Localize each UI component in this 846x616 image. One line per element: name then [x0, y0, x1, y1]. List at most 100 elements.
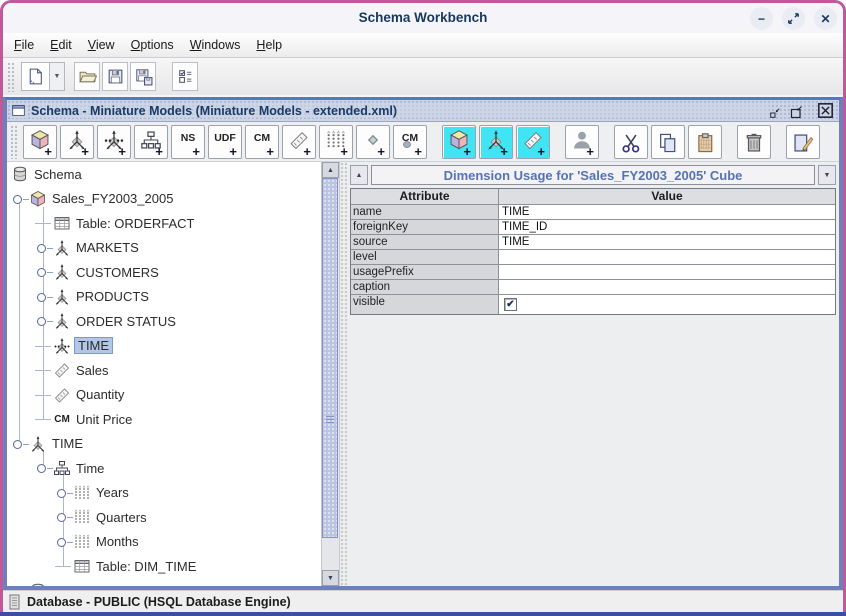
value-cell[interactable] [499, 280, 835, 294]
tree-node-months[interactable]: Months [7, 530, 321, 555]
add-virtual-dimension-button[interactable]: + [479, 125, 513, 159]
database-icon [11, 165, 29, 183]
new-schema-button[interactable]: ▼ [21, 62, 65, 91]
plus-badge: + [500, 145, 508, 158]
tree-node-sales-measure[interactable]: Sales [7, 358, 321, 383]
toolbar-drag-handle[interactable] [7, 62, 14, 92]
expand-toggle[interactable] [33, 285, 53, 310]
window-title: Schema Workbench [3, 10, 843, 25]
add-virtual-measure-button[interactable]: + [516, 125, 550, 159]
expand-toggle[interactable] [53, 530, 73, 555]
tree-node-quantity[interactable]: Quantity [7, 383, 321, 408]
schema-toolbar-drag-handle[interactable] [10, 125, 17, 159]
tree-node-unit-price[interactable]: CMUnit Price [7, 407, 321, 432]
add-udf-button[interactable]: UDF+ [208, 125, 242, 159]
panel-splitter[interactable] [339, 162, 348, 586]
expand-toggle[interactable] [9, 432, 29, 457]
document-maximize-button[interactable] [789, 105, 803, 119]
expand-toggle[interactable] [53, 481, 73, 506]
add-cube-button[interactable]: + [23, 125, 57, 159]
tree-node-table-orderfact[interactable]: Table: ORDERFACT [7, 211, 321, 236]
tree-node-order-status[interactable]: ORDER STATUS [7, 309, 321, 334]
document-title-bar[interactable]: Schema - Miniature Models (Miniature Mod… [7, 100, 839, 122]
property-row-visible: visible ✔ [351, 294, 835, 314]
minimize-button[interactable]: − [750, 7, 773, 30]
expand-toggle[interactable] [33, 236, 53, 261]
tree-node-label: TIME [52, 436, 83, 451]
tree-node-sales-fy2003-2005[interactable]: Sales_FY2003_2005 [7, 187, 321, 212]
value-cell[interactable]: TIME [499, 205, 835, 219]
value-cell[interactable]: TIME_ID [499, 220, 835, 234]
tree-node-quarters[interactable]: Quarters [7, 505, 321, 530]
tree-node-table-dim-time[interactable]: Table: DIM_TIME [7, 554, 321, 579]
dropdown-arrow-button[interactable]: ▼ [818, 165, 836, 185]
add-virtual-cube-button[interactable]: + [442, 125, 476, 159]
expand-toggle[interactable] [9, 187, 29, 212]
add-role-button[interactable]: + [565, 125, 599, 159]
tree-node-markets[interactable]: MARKETS [7, 236, 321, 261]
plus-badge: + [266, 145, 274, 158]
schema-tree-panel[interactable]: Schema Sales_FY2003_2005 Table: ORDERFAC… [7, 162, 339, 586]
open-file-button[interactable] [74, 62, 100, 91]
add-property-button[interactable]: + [356, 125, 390, 159]
maximize-button[interactable] [782, 7, 805, 30]
add-measure-button[interactable]: + [282, 125, 316, 159]
scroll-up-button[interactable]: ▲ [322, 162, 339, 178]
tree-node-time-usage[interactable]: TIME [7, 334, 321, 359]
add-level-button[interactable]: + [319, 125, 353, 159]
paste-button[interactable] [688, 125, 722, 159]
menu-view[interactable]: View [82, 35, 121, 55]
add-dimension-button[interactable]: + [60, 125, 94, 159]
collapse-arrow-button[interactable]: ▲ [350, 165, 368, 185]
plus-badge: + [340, 145, 348, 158]
tree-scrollbar[interactable]: ▲ ▼ [321, 162, 339, 586]
tree-node-schema[interactable]: Schema [7, 162, 321, 187]
menu-windows[interactable]: Windows [184, 35, 247, 55]
udf-label: UDF [214, 132, 236, 144]
copy-button[interactable] [651, 125, 685, 159]
scroll-thumb[interactable] [322, 178, 338, 538]
copy-icon [657, 132, 679, 154]
menu-options[interactable]: Options [125, 35, 180, 55]
visible-checkbox[interactable]: ✔ [504, 298, 517, 311]
plus-badge: + [414, 145, 422, 158]
expand-toggle[interactable] [9, 579, 29, 587]
value-cell[interactable] [499, 250, 835, 264]
document-close-button[interactable] [817, 102, 834, 119]
expand-toggle[interactable] [53, 505, 73, 530]
expand-toggle[interactable] [33, 309, 53, 334]
expand-toggle[interactable] [33, 260, 53, 285]
minimize-icon: − [758, 12, 765, 26]
add-calculated-member-button[interactable]: CM+ [245, 125, 279, 159]
close-button[interactable]: ✕ [814, 7, 837, 30]
cut-button[interactable] [614, 125, 648, 159]
dimension-icon [53, 263, 71, 281]
add-calculated-member-property-button[interactable]: CM+ [393, 125, 427, 159]
add-named-set-button[interactable]: NS+ [171, 125, 205, 159]
dimension-icon [29, 435, 47, 453]
document-minimize-button[interactable] [769, 107, 781, 119]
menu-edit[interactable]: Edit [44, 35, 78, 55]
tree-node-label: Years [96, 485, 129, 500]
tree-node-time-hierarchy[interactable]: Time [7, 456, 321, 481]
value-cell[interactable]: TIME [499, 235, 835, 249]
save-button[interactable] [102, 62, 128, 91]
add-dimension-usage-button[interactable]: + [97, 125, 131, 159]
tree-node-products[interactable]: PRODUCTS [7, 285, 321, 310]
preferences-button[interactable] [172, 62, 198, 91]
expand-toggle[interactable] [33, 456, 53, 481]
new-schema-dropdown[interactable]: ▼ [49, 63, 64, 90]
scroll-down-button[interactable]: ▼ [322, 570, 339, 586]
tree-node-customers[interactable]: CUSTOMERS [7, 260, 321, 285]
level-icon [73, 484, 91, 502]
menu-file[interactable]: File [8, 35, 40, 55]
delete-button[interactable] [737, 125, 771, 159]
tree-node-partial[interactable] [7, 579, 321, 587]
edit-mode-button[interactable] [786, 125, 820, 159]
tree-node-time-dimension[interactable]: TIME [7, 432, 321, 457]
save-as-button[interactable] [130, 62, 156, 91]
menu-help[interactable]: Help [250, 35, 288, 55]
value-cell[interactable] [499, 265, 835, 279]
tree-node-years[interactable]: Years [7, 481, 321, 506]
add-hierarchy-button[interactable]: + [134, 125, 168, 159]
